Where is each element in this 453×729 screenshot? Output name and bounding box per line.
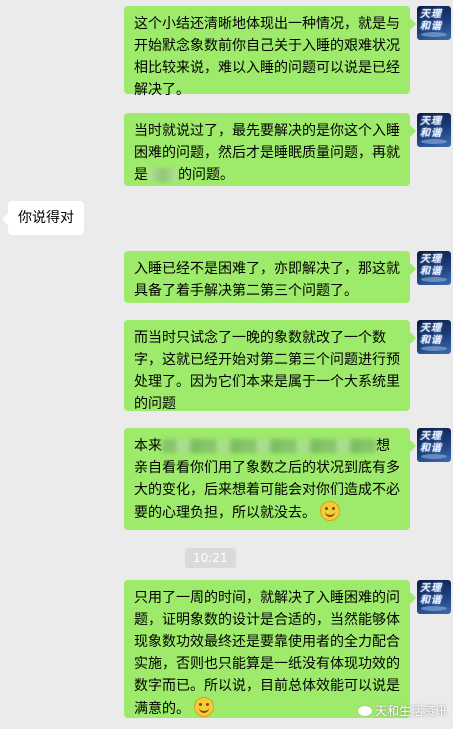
redacted-blur (148, 168, 178, 182)
avatar-label: 天理和谐 (420, 431, 442, 454)
avatar-label: 天理和谐 (420, 9, 442, 32)
wechat-icon (357, 706, 372, 716)
message-bubble-outgoing[interactable]: 只用了一周的时间，就解决了入睡困难的问题，证明象数的设计是合适的，当然能够体现象… (124, 580, 416, 718)
timestamp-label: 10:21 (185, 548, 236, 568)
message-bubble-outgoing[interactable]: 入睡已经不是困难了，亦即解决了，那这就具备了着手解决第二第三个问题了。 (124, 251, 416, 303)
message-bubble-outgoing[interactable]: 这个小结还清晰地体现出一种情况，就是与开始默念象数前你自己关于入睡的艰难状况相比… (124, 6, 416, 98)
avatar-label: 天理和谐 (420, 254, 442, 277)
sender-avatar[interactable]: 天理和谐 (417, 428, 451, 462)
sender-avatar[interactable]: 天理和谐 (417, 580, 451, 614)
smile-emoji-icon (320, 501, 340, 521)
message-bubble-incoming[interactable]: 你说得对 (2, 201, 84, 235)
sender-avatar[interactable]: 天理和谐 (417, 113, 451, 147)
smile-emoji-icon (194, 697, 214, 717)
watermark: 天和生活资讯 (357, 702, 447, 719)
message-text: 只用了一周的时间，就解决了入睡困难的问题，证明象数的设计是合适的，当然能够体现象… (134, 590, 400, 717)
message-bubble-outgoing[interactable]: 而当时只试念了一晚的象数就改了一个数字，这就已经开始对第二第三个问题进行预处理了… (124, 320, 416, 412)
message-text: 而当时只试念了一晚的象数就改了一个数字，这就已经开始对第二第三个问题进行预处理了… (134, 330, 400, 412)
redacted-blur (162, 439, 376, 453)
avatar-label: 天理和谐 (420, 323, 442, 346)
message-bubble-outgoing[interactable]: 当时就说过了，最先要解决的是你这个入睡困难的问题，然后才是睡眠质量问题，再就是的… (124, 113, 416, 186)
message-text-after: 的问题。 (178, 167, 234, 183)
watermark-text: 天和生活资讯 (374, 704, 447, 718)
message-text: 入睡已经不是困难了，亦即解决了，那这就具备了着手解决第二第三个问题了。 (134, 261, 400, 299)
sender-avatar[interactable]: 天理和谐 (417, 320, 451, 354)
sender-avatar[interactable]: 天理和谐 (417, 6, 451, 40)
message-text-before: 本来 (134, 438, 162, 454)
message-bubble-outgoing[interactable]: 本来 想亲自看看你们用了象数之后的状况到底有多大的变化，后来想着可能会对你们造成不… (124, 428, 416, 530)
message-text: 这个小结还清晰地体现出一种情况，就是与开始默念象数前你自己关于入睡的艰难状况相比… (134, 16, 400, 98)
message-text: 你说得对 (18, 210, 74, 226)
avatar-label: 天理和谐 (420, 116, 442, 139)
avatar-label: 天理和谐 (420, 583, 442, 606)
sender-avatar[interactable]: 天理和谐 (417, 251, 451, 285)
